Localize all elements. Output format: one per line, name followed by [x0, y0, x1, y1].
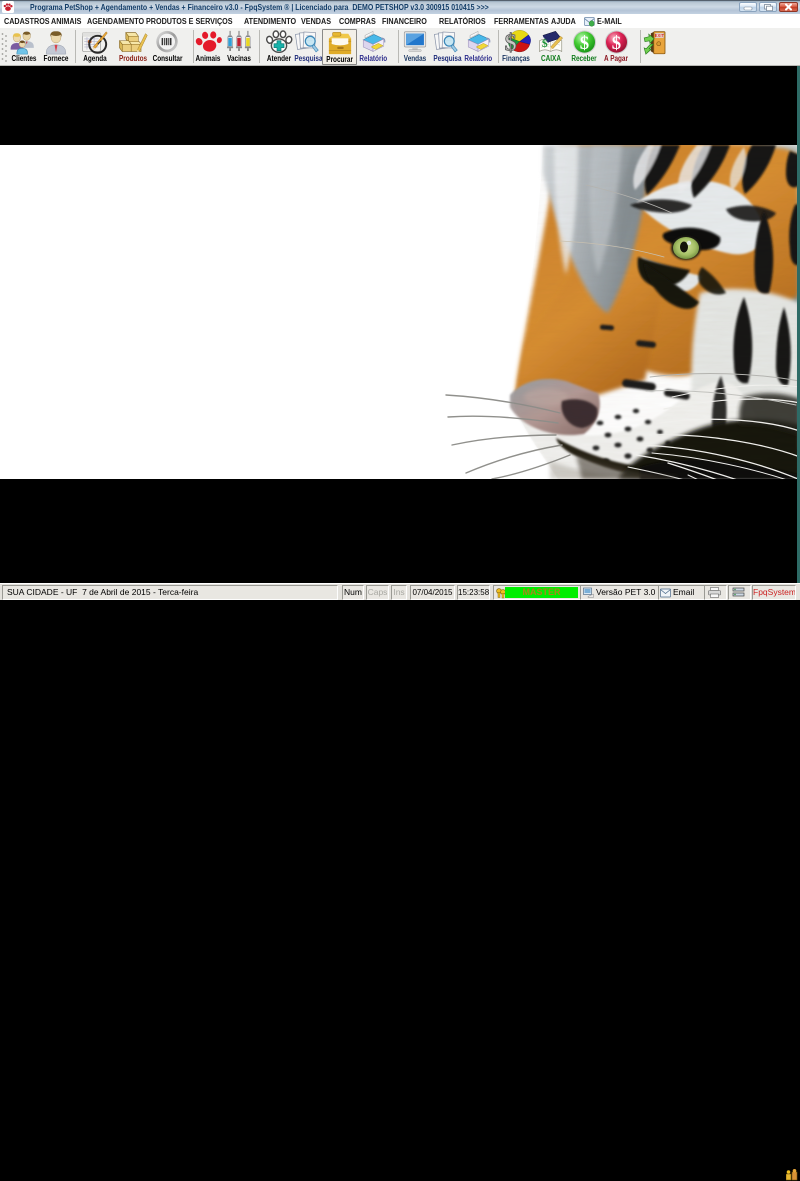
- svg-text:$: $: [579, 33, 588, 54]
- svg-text:$: $: [505, 31, 517, 55]
- svg-text:$: $: [611, 33, 620, 54]
- svg-text:EXIT: EXIT: [655, 33, 665, 38]
- svg-text:$: $: [541, 37, 547, 50]
